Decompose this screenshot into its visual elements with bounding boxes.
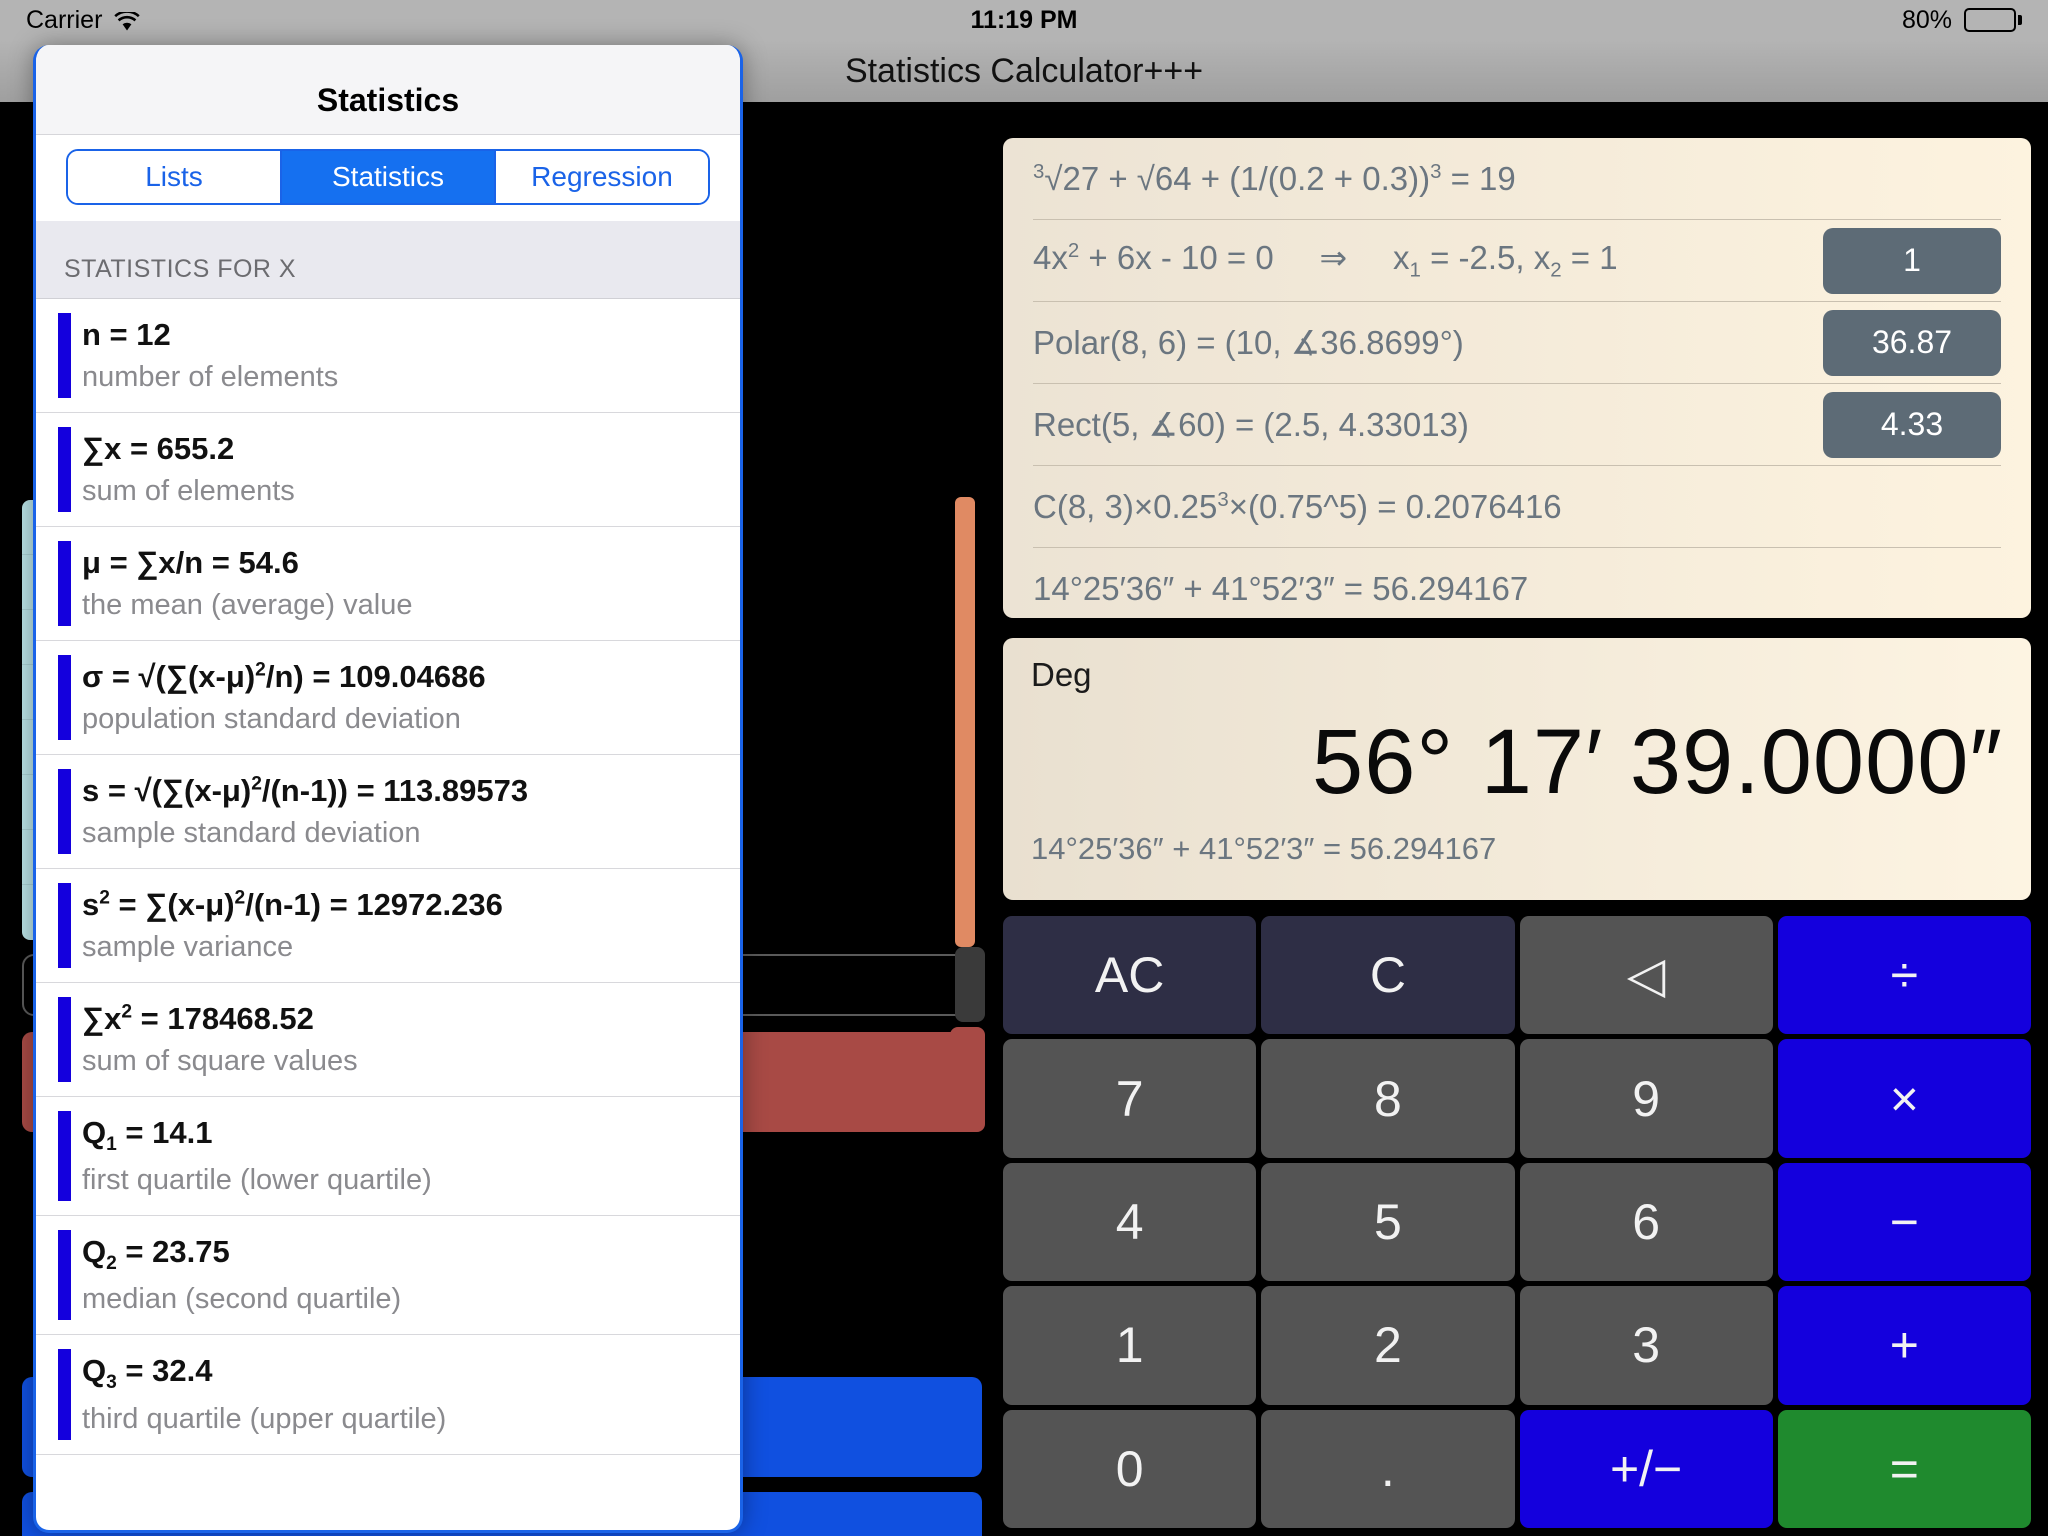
statistic-row[interactable]: ∑x2 = 178468.52 sum of square values	[36, 983, 740, 1097]
statistic-row[interactable]: s2 = ∑(x-μ)2/(n-1) = 12972.236 sample var…	[36, 869, 740, 983]
statistic-row[interactable]: ∑x = 655.2 sum of elements	[36, 413, 740, 527]
key-6[interactable]: 6	[1519, 1162, 1773, 1282]
statistic-row[interactable]: s = √(∑(x-μ)2/(n-1)) = 113.89573 sample s…	[36, 755, 740, 869]
segmented-control-wrapper: Lists Statistics Regression	[36, 135, 740, 221]
statistic-formula: Q1 = 14.1	[82, 1115, 213, 1156]
background-orange-strip	[955, 497, 975, 947]
statistic-formula: s2 = ∑(x-μ)2/(n-1) = 12972.236	[82, 887, 503, 922]
history-result-chip[interactable]: 36.87	[1823, 309, 2001, 376]
statistic-description: the mean (average) value	[82, 589, 413, 621]
statistic-row[interactable]: Q3 = 32.4 third quartile (upper quartile)	[36, 1335, 740, 1455]
tab-lists[interactable]: Lists	[68, 151, 282, 203]
statistics-modal: Statistics Lists Statistics Regression STA…	[33, 45, 743, 1533]
statistics-list[interactable]: n = 12 number of elements ∑x = 655.2 sum of…	[36, 299, 740, 1455]
statistic-formula: σ = √(∑(x-μ)2/n) = 109.04686	[82, 659, 486, 694]
key-sign-toggle[interactable]: +/−	[1519, 1409, 1773, 1528]
key-4[interactable]: 4	[1003, 1162, 1257, 1282]
statistic-formula: Q2 = 23.75	[82, 1234, 230, 1275]
history-row[interactable]: 3√27 + √64 + (1/(0.2 + 0.3))3 = 19	[1033, 138, 2001, 220]
key-subtract[interactable]: −	[1777, 1162, 2031, 1282]
statistic-row[interactable]: μ = ∑x/n = 54.6 the mean (average) value	[36, 527, 740, 641]
keypad: AC C ◁ ÷ 7 8 9 × 4 5 6− 1 2 3 +0. +/− =	[1003, 916, 2031, 1528]
statistic-row[interactable]: Q1 = 14.1 first quartile (lower quartile)	[36, 1097, 740, 1217]
statistic-row[interactable]: n = 12 number of elements	[36, 299, 740, 413]
modal-header: Statistics	[36, 45, 740, 135]
key-divide[interactable]: ÷	[1777, 916, 2031, 1035]
statistic-description: first quartile (lower quartile)	[82, 1164, 432, 1197]
key-2[interactable]: 2	[1261, 1286, 1515, 1405]
history-expression: C(8, 3)×0.253×(0.75^5) = 0.2076416	[1033, 487, 1562, 525]
history-expression: 4x2 + 6x - 10 = 0 ⇒ x1 = -2.5, x2 = 1	[1033, 239, 1618, 282]
modal-title: Statistics	[316, 82, 460, 118]
status-bar: Carrier 11:19 PM 80%	[0, 0, 2048, 40]
history-result-chip[interactable]: 1	[1823, 227, 2001, 294]
statistic-row[interactable]: σ = √(∑(x-μ)2/n) = 109.04686 population s…	[36, 641, 740, 755]
key-7[interactable]: 7	[1003, 1039, 1257, 1158]
key-all-clear[interactable]: AC	[1003, 916, 1257, 1035]
statistic-description: third quartile (upper quartile)	[82, 1402, 447, 1435]
key-multiply[interactable]: ×	[1777, 1039, 2031, 1158]
statistic-formula: n = 12	[82, 317, 171, 352]
key-3[interactable]: 3	[1519, 1286, 1773, 1405]
history-expression: Polar(8, 6) = (10, ∡36.8699°)	[1033, 324, 1464, 361]
statistic-description: sample variance	[82, 931, 294, 963]
statistic-description: median (second quartile)	[82, 1283, 402, 1316]
statistic-formula: ∑x = 655.2	[82, 431, 235, 466]
history-result-chip[interactable]: 4.33	[1823, 391, 2001, 458]
section-header: STATISTICS FOR X	[36, 221, 740, 299]
statistic-description: number of elements	[82, 361, 339, 393]
key-backspace[interactable]: ◁	[1519, 916, 1773, 1035]
history-row[interactable]: Polar(8, 6) = (10, ∡36.8699°) 36.87	[1033, 302, 2001, 384]
status-bar-clock: 11:19 PM	[970, 5, 1078, 34]
tab-regression[interactable]: Regression	[496, 151, 708, 203]
display-panel: Deg 56° 17′ 39.0000″ 14°25′36″ + 41°52′3…	[1003, 638, 2031, 900]
statistic-formula: μ = ∑x/n = 54.6	[82, 545, 299, 580]
history-expression: Rect(5, ∡60) = (2.5, 4.33013)	[1033, 406, 1469, 443]
app-root: Carrier 11:19 PM 80% Statistics Calculat…	[0, 0, 2048, 1536]
key-equals[interactable]: =	[1777, 1409, 2031, 1528]
history-panel[interactable]: 3√27 + √64 + (1/(0.2 + 0.3))3 = 19 4x2 + …	[1003, 138, 2031, 618]
history-row[interactable]: 4x2 + 6x - 10 = 0 ⇒ x1 = -2.5, x2 = 1 1	[1033, 220, 2001, 302]
background-red-chip	[950, 1027, 985, 1132]
key-1[interactable]: 1	[1003, 1286, 1257, 1405]
history-row[interactable]: 14°25′36″ + 41°52′3″ = 56.294167	[1033, 548, 2001, 618]
display-expression: 14°25′36″ + 41°52′3″ = 56.294167	[1031, 831, 1497, 866]
statistic-formula: s = √(∑(x-μ)2/(n-1)) = 113.89573	[82, 773, 529, 808]
history-row[interactable]: C(8, 3)×0.253×(0.75^5) = 0.2076416	[1033, 466, 2001, 548]
key-9[interactable]: 9	[1519, 1039, 1773, 1158]
statistic-description: sum of elements	[82, 475, 295, 507]
statistic-description: sample standard deviation	[82, 817, 421, 849]
statistic-description: sum of square values	[82, 1045, 358, 1077]
key-clear[interactable]: C	[1261, 916, 1515, 1035]
history-expression: 14°25′36″ + 41°52′3″ = 56.294167	[1033, 570, 1529, 607]
key-decimal[interactable]: .	[1261, 1409, 1515, 1528]
key-0[interactable]: 0	[1003, 1409, 1257, 1528]
display-result: 56° 17′ 39.0000″	[1312, 711, 2003, 813]
key-8[interactable]: 8	[1261, 1039, 1515, 1158]
statistic-formula: ∑x2 = 178468.52	[82, 1001, 314, 1036]
segmented-control[interactable]: Lists Statistics Regression	[66, 149, 710, 205]
angle-mode-label: Deg	[1031, 656, 1092, 693]
key-add[interactable]: +	[1777, 1286, 2031, 1405]
statistic-formula: Q3 = 32.4	[82, 1353, 213, 1394]
tab-statistics[interactable]: Statistics	[282, 151, 496, 203]
history-expression: 3√27 + √64 + (1/(0.2 + 0.3))3 = 19	[1033, 159, 1516, 197]
statistic-description: population standard deviation	[82, 703, 461, 735]
key-5[interactable]: 5	[1261, 1162, 1515, 1282]
history-row[interactable]: Rect(5, ∡60) = (2.5, 4.33013) 4.33	[1033, 384, 2001, 466]
background-gray-chip	[955, 947, 985, 1022]
statistic-row[interactable]: Q2 = 23.75 median (second quartile)	[36, 1216, 740, 1336]
